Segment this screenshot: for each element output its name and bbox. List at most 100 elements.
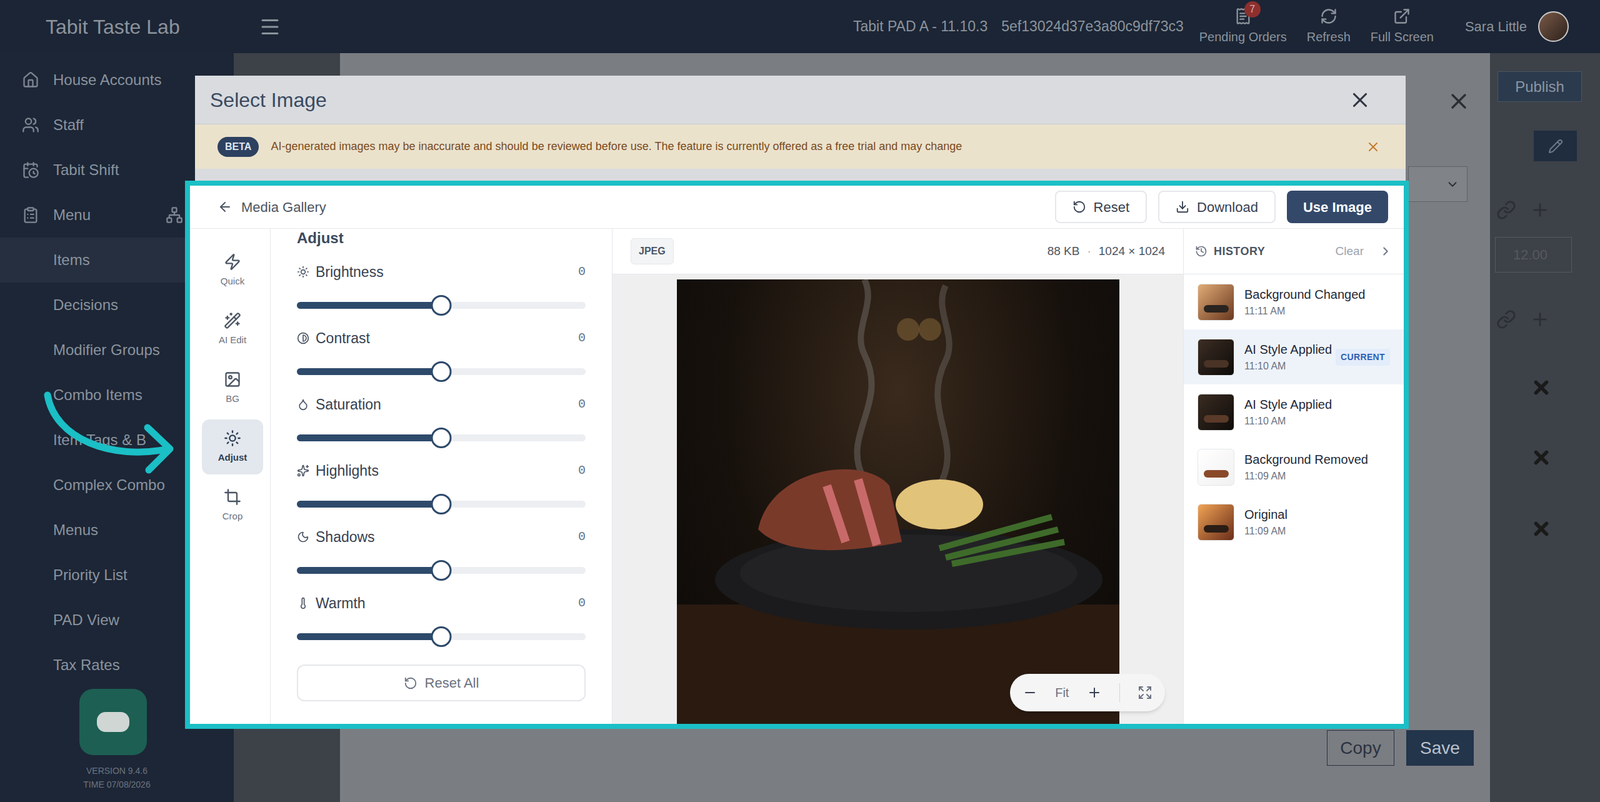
tool-button[interactable]: Quick xyxy=(201,243,264,299)
device-id: 5ef13024d37e3a80c9df73c3 xyxy=(1001,15,1184,38)
reset-all-button[interactable]: Reset All xyxy=(296,664,586,702)
image-dimensions: 1024 × 1024 xyxy=(1098,242,1165,261)
toolbar-button[interactable]: Reset xyxy=(1055,190,1147,224)
build-time: TIME 07/08/2026 xyxy=(83,777,150,792)
plus-icon[interactable] xyxy=(1530,200,1550,220)
tool-icon xyxy=(223,311,242,330)
tool-label: Quick xyxy=(220,274,245,289)
history-label: AI Style Applied xyxy=(1244,395,1332,414)
slider-thumb[interactable] xyxy=(431,427,452,449)
slider-row: Saturation0 xyxy=(296,395,586,462)
slider-thumb[interactable] xyxy=(431,295,452,316)
publish-button[interactable]: Publish xyxy=(1497,71,1582,102)
slider[interactable] xyxy=(296,295,586,316)
pencil-icon xyxy=(1548,138,1564,154)
close-icon[interactable] xyxy=(1348,88,1372,112)
history-item[interactable]: AI Style Applied11:10 AMCURRENT xyxy=(1183,329,1404,385)
user-name[interactable]: Sara Little xyxy=(1465,16,1527,37)
slider-value: 0 xyxy=(578,593,586,613)
device-name: Tabit PAD A - 11.10.3 xyxy=(853,15,988,38)
button-icon xyxy=(1175,200,1190,214)
preview-image xyxy=(676,279,1120,724)
beta-message: AI-generated images may be inaccurate an… xyxy=(270,138,962,155)
history-item[interactable]: Background Removed11:09 AM xyxy=(1183,439,1404,495)
history-time: 11:10 AM xyxy=(1244,413,1332,429)
top-actions: 7Pending Orders Refresh Full Screen xyxy=(1199,7,1434,47)
remove-icon[interactable] xyxy=(1530,376,1552,399)
back-link[interactable]: Media Gallery xyxy=(217,196,327,218)
right-strip: Publish 12.00 xyxy=(1490,53,1600,802)
tool-button[interactable]: AI Edit xyxy=(201,301,264,357)
slider[interactable] xyxy=(296,361,586,382)
slider[interactable] xyxy=(296,427,586,449)
toolbar-button[interactable]: Download xyxy=(1158,190,1276,224)
beta-badge: BETA xyxy=(217,136,259,157)
slider[interactable] xyxy=(296,493,586,515)
history-item[interactable]: Background Changed11:11 AM xyxy=(1183,274,1404,330)
close-icon[interactable] xyxy=(1446,88,1472,114)
zoom-label[interactable]: Fit xyxy=(1055,683,1069,702)
top-action[interactable]: Full Screen xyxy=(1370,7,1434,47)
hamburger-icon[interactable] xyxy=(258,15,282,39)
device-info: Tabit PAD A - 11.10.3 5ef13024d37e3a80c9d… xyxy=(853,15,1184,38)
tool-label: Adjust xyxy=(218,450,248,465)
history-time: 11:10 AM xyxy=(1244,358,1326,374)
tool-button[interactable]: BG xyxy=(201,360,264,416)
app: Tabit Taste LabTabit PAD A - 11.10.35ef1… xyxy=(0,0,1600,802)
zoom-out-icon[interactable] xyxy=(1022,685,1038,700)
history-title: HISTORY xyxy=(1213,243,1265,260)
link-icon[interactable] xyxy=(1496,309,1517,330)
price-field[interactable]: 12.00 xyxy=(1495,236,1572,273)
history-item[interactable]: AI Style Applied11:10 AM xyxy=(1183,384,1404,440)
editor-highlight: Media Gallery Reset Download Use Image Quick… xyxy=(185,180,1409,729)
button-label: Use Image xyxy=(1303,196,1372,218)
slider[interactable] xyxy=(296,560,586,581)
sitemap-icon[interactable] xyxy=(165,206,184,224)
action-label: Full Screen xyxy=(1370,27,1434,47)
top-action[interactable]: Refresh xyxy=(1306,7,1351,47)
link-icon[interactable] xyxy=(1496,200,1517,220)
slider-thumb[interactable] xyxy=(431,493,452,515)
back-label: Media Gallery xyxy=(241,196,327,218)
slider-fill xyxy=(296,301,442,309)
history-thumbnail xyxy=(1197,448,1235,486)
toolbar-button[interactable]: Use Image xyxy=(1286,190,1389,224)
slider-thumb[interactable] xyxy=(431,626,452,647)
tool-button[interactable]: Crop xyxy=(201,478,264,534)
tool-button[interactable]: Adjust xyxy=(201,419,264,475)
edit-button[interactable] xyxy=(1533,130,1577,162)
history-item[interactable]: Original11:09 AM xyxy=(1183,494,1404,550)
page-button[interactable]: Save xyxy=(1406,730,1474,766)
fullscreen-icon[interactable] xyxy=(1137,685,1153,700)
dismiss-icon[interactable] xyxy=(1365,139,1381,155)
chat-button[interactable] xyxy=(79,688,147,755)
clear-button[interactable]: Clear xyxy=(1335,242,1364,261)
plus-icon[interactable] xyxy=(1530,309,1550,330)
chevron-right-icon[interactable] xyxy=(1378,244,1393,259)
zoom-in-icon[interactable] xyxy=(1086,685,1102,700)
history-thumbnail xyxy=(1197,338,1235,376)
page-button[interactable]: Copy xyxy=(1326,730,1395,766)
slider-label: Highlights xyxy=(315,460,379,482)
tool-label: AI Edit xyxy=(218,333,247,348)
section-icon xyxy=(21,206,40,224)
tool-icon xyxy=(223,370,242,389)
slider-row: Warmth0 xyxy=(296,593,586,660)
top-action[interactable]: 7Pending Orders xyxy=(1199,7,1287,47)
sidebar-label: Tax Rates xyxy=(53,653,120,677)
remove-icon[interactable] xyxy=(1530,446,1552,469)
user-avatar[interactable] xyxy=(1538,11,1569,42)
history-label: AI Style Applied xyxy=(1244,340,1326,359)
history-panel: HISTORYClearBackground Changed11:11 AMAI… xyxy=(1183,228,1404,724)
history-thumbnail xyxy=(1197,393,1235,431)
beta-banner: BETA AI-generated images may be inaccurat… xyxy=(195,124,1406,169)
sidebar-label: Staff xyxy=(53,113,84,137)
select-field[interactable] xyxy=(1408,166,1468,202)
sidebar-label: Items xyxy=(53,248,90,272)
preview-panel: JPEG88 KB·1024 × 1024Fit xyxy=(612,228,1184,724)
remove-icon[interactable] xyxy=(1530,518,1552,540)
slider-thumb[interactable] xyxy=(431,560,452,581)
slider-thumb[interactable] xyxy=(431,361,452,382)
slider[interactable] xyxy=(296,626,586,647)
tool-icon xyxy=(223,488,242,506)
